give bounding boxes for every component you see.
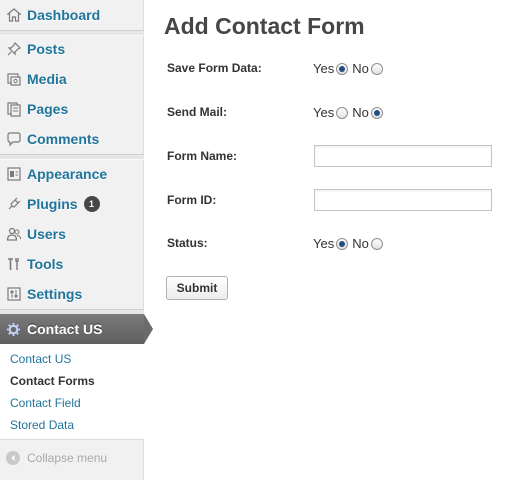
- no-option-label: No: [352, 61, 369, 76]
- pushpin-icon: [5, 41, 22, 58]
- sidebar-item-appearance[interactable]: Appearance: [0, 159, 144, 189]
- tools-icon: [5, 256, 22, 273]
- sidebar-item-comments[interactable]: Comments: [0, 124, 144, 154]
- pages-icon: [5, 101, 22, 118]
- admin-sidebar: Dashboard Posts Media Pages Comments App…: [0, 0, 153, 480]
- submenu-item-contact-forms[interactable]: Contact Forms: [10, 374, 95, 388]
- yes-option-label: Yes: [313, 105, 335, 120]
- comment-icon: [5, 131, 22, 148]
- update-count-badge: 1: [83, 196, 100, 212]
- form-id-input[interactable]: [314, 189, 492, 211]
- save-form-data-yes-radio[interactable]: [336, 62, 349, 75]
- yes-option-label: Yes: [313, 61, 335, 76]
- sidebar-item-label: Comments: [27, 131, 100, 147]
- sidebar-item-label: Contact US: [27, 321, 103, 337]
- page-title: Add Contact Form: [164, 13, 365, 39]
- collapse-menu-button[interactable]: Collapse menu: [6, 451, 107, 465]
- sidebar-item-settings[interactable]: Settings: [0, 279, 144, 309]
- collapse-arrow-icon: [6, 451, 20, 465]
- send-mail-yes-radio[interactable]: [336, 106, 349, 119]
- plugin-icon: [5, 196, 22, 213]
- sidebar-item-label: Plugins: [27, 196, 78, 212]
- collapse-menu-label: Collapse menu: [27, 451, 108, 465]
- dashboard-icon: [5, 7, 22, 24]
- sidebar-item-label: Media: [27, 71, 67, 87]
- sidebar-item-pages[interactable]: Pages: [0, 94, 144, 124]
- sidebar-item-contact-us[interactable]: Contact US: [0, 314, 153, 344]
- sidebar-item-label: Appearance: [27, 166, 108, 182]
- users-icon: [5, 226, 22, 243]
- form-id-label: Form ID:: [167, 193, 217, 207]
- save-form-data-no-radio[interactable]: [370, 62, 383, 75]
- sidebar-item-dashboard[interactable]: Dashboard: [0, 0, 144, 30]
- sidebar-item-media[interactable]: Media: [0, 64, 144, 94]
- sidebar-item-label: Pages: [27, 101, 69, 117]
- sidebar-item-label: Posts: [27, 41, 66, 57]
- send-mail-radio-group: Yes No: [313, 105, 387, 120]
- yes-option-label: Yes: [313, 236, 335, 251]
- save-form-data-radio-group: Yes No: [313, 61, 387, 76]
- submenu-item-contact-field[interactable]: Contact Field: [10, 396, 81, 410]
- submit-button[interactable]: Submit: [166, 276, 228, 300]
- save-form-data-label: Save Form Data:: [167, 61, 262, 75]
- media-icon: [5, 71, 22, 88]
- sidebar-item-label: Users: [27, 226, 66, 242]
- send-mail-label: Send Mail:: [167, 105, 228, 119]
- status-radio-group: Yes No: [313, 236, 387, 251]
- submenu-item-stored-data[interactable]: Stored Data: [10, 418, 74, 432]
- sidebar-item-plugins[interactable]: Plugins 1: [0, 189, 144, 219]
- sidebar-item-users[interactable]: Users: [0, 219, 144, 249]
- appearance-icon: [5, 166, 22, 183]
- no-option-label: No: [352, 236, 369, 251]
- form-name-label: Form Name:: [167, 149, 238, 163]
- sidebar-item-tools[interactable]: Tools: [0, 249, 144, 279]
- status-yes-radio[interactable]: [336, 237, 349, 250]
- settings-icon: [5, 286, 22, 303]
- sidebar-item-posts[interactable]: Posts: [0, 34, 144, 64]
- form-name-input[interactable]: [314, 145, 492, 167]
- status-label: Status:: [167, 236, 208, 250]
- contact-us-submenu: Contact US Contact Forms Contact Field S…: [0, 344, 144, 440]
- status-no-radio[interactable]: [370, 237, 383, 250]
- no-option-label: No: [352, 105, 369, 120]
- sidebar-item-label: Tools: [27, 256, 64, 272]
- send-mail-no-radio[interactable]: [370, 106, 383, 119]
- sidebar-item-label: Dashboard: [27, 7, 101, 23]
- current-menu-arrow: [144, 314, 153, 344]
- sidebar-item-label: Settings: [27, 286, 83, 302]
- submenu-item-contact-us[interactable]: Contact US: [10, 352, 71, 366]
- gear-icon: [5, 321, 22, 338]
